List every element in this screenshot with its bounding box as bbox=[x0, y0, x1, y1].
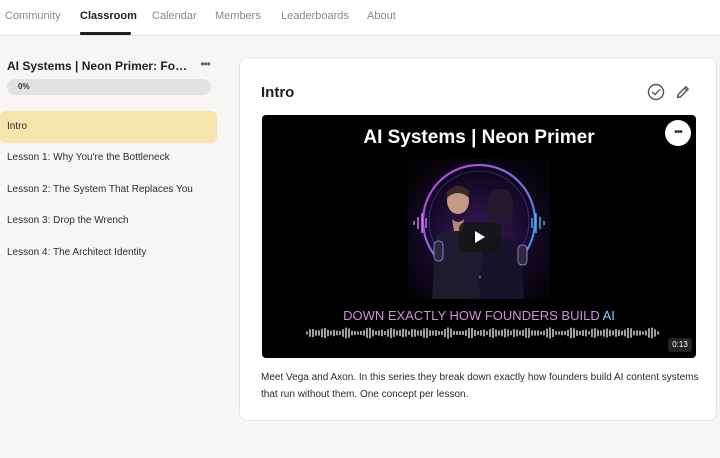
video-caption: DOWN EXACTLY HOW FOUNDERS BUILD AI bbox=[262, 308, 696, 323]
tab-about[interactable]: About bbox=[367, 10, 396, 22]
tab-calendar[interactable]: Calendar bbox=[152, 10, 197, 22]
course-progress-bar: 0% bbox=[7, 79, 211, 95]
active-tab-indicator bbox=[80, 32, 131, 35]
tab-leaderboards[interactable]: Leaderboards bbox=[281, 10, 349, 22]
lesson-item-4[interactable]: Lesson 4: The Architect Identity bbox=[0, 237, 217, 269]
lesson-item-3[interactable]: Lesson 3: Drop the Wrench bbox=[0, 205, 217, 237]
video-player[interactable]: AI Systems | Neon Primer DOWN EXACTLY HO… bbox=[262, 115, 696, 358]
play-icon bbox=[475, 231, 485, 243]
tab-community[interactable]: Community bbox=[5, 10, 61, 22]
check-circle-icon[interactable] bbox=[647, 83, 665, 101]
video-caption-ai: AI bbox=[602, 308, 615, 323]
video-headline: AI Systems | Neon Primer bbox=[363, 127, 595, 148]
progress-label: 0% bbox=[18, 82, 30, 91]
lesson-item-intro[interactable]: Intro bbox=[0, 111, 217, 143]
top-nav: Community Classroom Calendar Members Lea… bbox=[0, 0, 720, 36]
video-caption-text: DOWN EXACTLY HOW FOUNDERS BUILD bbox=[343, 308, 603, 323]
more-horizontal-icon[interactable]: ••• bbox=[665, 120, 691, 146]
lesson-card: Intro AI Systems | Neon Primer DOWN EXAC… bbox=[239, 57, 717, 421]
lesson-title: Intro bbox=[261, 84, 295, 101]
pencil-icon[interactable] bbox=[674, 83, 692, 101]
lesson-description: Meet Vega and Axon. In this series they … bbox=[261, 372, 699, 400]
play-button[interactable] bbox=[459, 222, 501, 252]
tab-members[interactable]: Members bbox=[215, 10, 261, 22]
video-duration: 0:13 bbox=[668, 338, 692, 352]
tab-classroom[interactable]: Classroom bbox=[80, 10, 137, 22]
audio-waveform bbox=[306, 327, 659, 339]
more-horizontal-icon[interactable]: ••• bbox=[197, 56, 213, 72]
course-title: AI Systems | Neon Primer: Founders... bbox=[7, 59, 192, 73]
lesson-item-2[interactable]: Lesson 2: The System That Replaces You bbox=[0, 174, 217, 206]
lesson-item-1[interactable]: Lesson 1: Why You're the Bottleneck bbox=[0, 142, 217, 174]
